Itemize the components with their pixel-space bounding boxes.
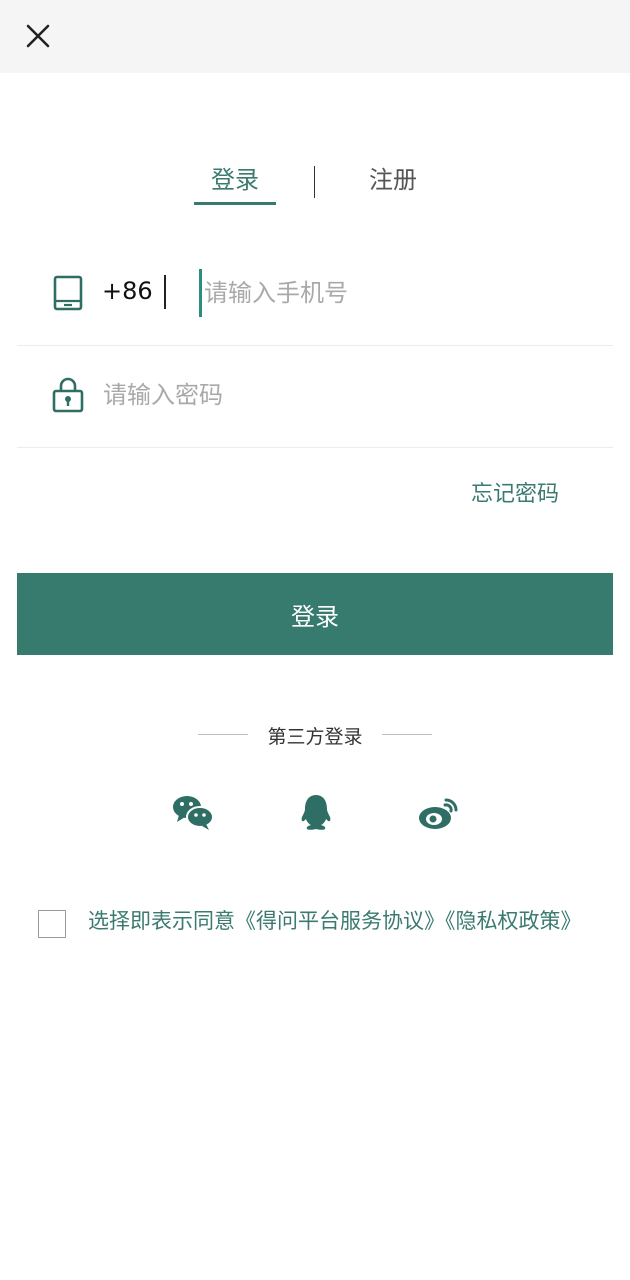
qq-login-button[interactable] [294, 792, 338, 832]
login-button[interactable]: 登录 [17, 573, 613, 655]
third-party-title: 第三方登录 [267, 726, 363, 748]
top-bar [0, 0, 630, 73]
tab-active-indicator [194, 202, 276, 205]
login-page: 登录 注册 +86 忘记密码 登录 第三方登录 [0, 0, 630, 1280]
weibo-icon [419, 798, 458, 829]
service-agreement-link[interactable]: 《得问平台服务协议》 [235, 909, 445, 933]
tab-login[interactable]: 登录 [194, 160, 276, 195]
auth-tabs: 登录 注册 [0, 150, 630, 210]
password-input[interactable] [103, 371, 583, 419]
wechat-login-button[interactable] [171, 792, 215, 832]
lock-icon [52, 377, 84, 413]
phone-row: +86 [17, 245, 613, 346]
phone-icon [53, 275, 83, 311]
agreement-checkbox[interactable] [38, 910, 66, 938]
country-code-selector[interactable]: +86 [102, 277, 153, 305]
tab-divider [314, 166, 315, 198]
qq-icon [301, 795, 331, 830]
privacy-policy-link[interactable]: 《隐私权政策》 [445, 909, 582, 933]
tab-register[interactable]: 注册 [352, 160, 434, 195]
country-code-divider [164, 275, 166, 309]
phone-input[interactable] [199, 269, 604, 317]
forgot-password-link[interactable]: 忘记密码 [471, 476, 559, 508]
wechat-icon [173, 796, 214, 830]
password-row [17, 347, 613, 448]
close-icon [26, 24, 50, 48]
agreement-text: 选择即表示同意《得问平台服务协议》《隐私权政策》 [88, 908, 588, 934]
weibo-login-button[interactable] [416, 792, 460, 832]
close-button[interactable] [18, 16, 58, 56]
divider-right [382, 734, 432, 735]
agreement-prefix: 选择即表示同意 [88, 909, 235, 933]
